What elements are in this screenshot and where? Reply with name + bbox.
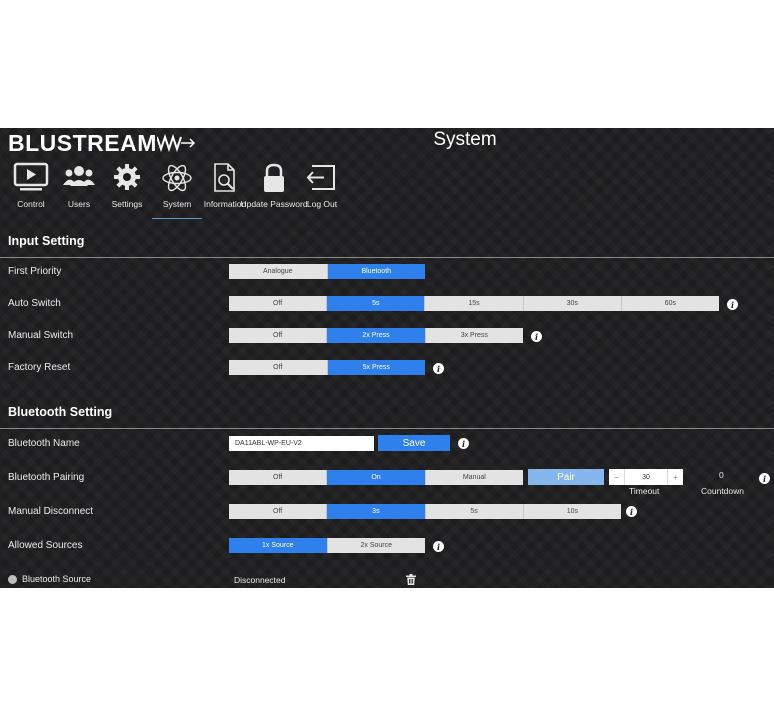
manual-switch-option-2x[interactable]: 2x Press bbox=[327, 328, 426, 343]
timeout-label: Timeout bbox=[629, 486, 660, 496]
factory-reset-info-icon[interactable]: i bbox=[433, 363, 444, 374]
nav-item-log-out[interactable]: Log Out bbox=[297, 160, 347, 222]
nav-item-update-password[interactable]: Update Password bbox=[240, 160, 308, 222]
allowed-sources-option-1x[interactable]: 1x Source bbox=[229, 538, 328, 553]
timeout-increment-button[interactable]: + bbox=[667, 469, 683, 485]
auto-switch-info-icon[interactable]: i bbox=[727, 299, 738, 310]
allowed-sources-option-2x[interactable]: 2x Source bbox=[327, 538, 425, 553]
nav-item-settings[interactable]: Settings bbox=[102, 160, 152, 222]
countdown-value: 0 bbox=[719, 470, 724, 480]
nav-label-log-out: Log Out bbox=[306, 199, 338, 209]
pairing-option-off[interactable]: Off bbox=[229, 470, 328, 485]
gear-icon bbox=[114, 164, 140, 190]
bluetooth-pairing-info-icon[interactable]: i bbox=[759, 473, 770, 484]
bluetooth-pairing-label: Bluetooth Pairing bbox=[8, 472, 85, 483]
bluetooth-name-label: Bluetooth Name bbox=[8, 438, 80, 449]
document-search-icon bbox=[214, 163, 235, 192]
auto-switch-option-30s[interactable]: 30s bbox=[523, 296, 622, 311]
timeout-stepper[interactable]: − 30 + bbox=[609, 469, 683, 485]
lock-icon bbox=[264, 163, 284, 192]
save-button[interactable]: Save bbox=[378, 435, 450, 451]
bluetooth-pairing-selector: Off On Manual bbox=[229, 470, 523, 485]
manual-disconnect-selector: Off 3s 5s 10s bbox=[229, 504, 621, 519]
app-window: BLUSTREAM System Control Users Settings … bbox=[0, 128, 774, 588]
bluetooth-source-radio[interactable] bbox=[8, 575, 17, 584]
factory-reset-selector: Off 5x Press bbox=[229, 360, 425, 375]
allowed-sources-selector: 1x Source 2x Source bbox=[229, 538, 425, 553]
bluetooth-setting-divider bbox=[0, 428, 774, 429]
pair-button[interactable]: Pair bbox=[528, 469, 604, 485]
auto-switch-selector: Off 5s 15s 30s 60s bbox=[229, 296, 720, 311]
factory-reset-label: Factory Reset bbox=[8, 362, 71, 373]
manual-disconnect-option-10s[interactable]: 10s bbox=[523, 504, 621, 519]
manual-disconnect-option-off[interactable]: Off bbox=[229, 504, 328, 519]
allowed-sources-label: Allowed Sources bbox=[8, 540, 83, 551]
factory-reset-option-off[interactable]: Off bbox=[229, 360, 328, 375]
first-priority-label: First Priority bbox=[8, 266, 62, 277]
bluetooth-name-info-icon[interactable]: i bbox=[458, 438, 469, 449]
manual-switch-option-off[interactable]: Off bbox=[229, 328, 328, 343]
first-priority-selector: Analogue Bluetooth bbox=[229, 264, 425, 279]
manual-switch-option-3x[interactable]: 3x Press bbox=[425, 328, 523, 343]
timeout-value[interactable]: 30 bbox=[625, 469, 667, 485]
allowed-sources-info-icon[interactable]: i bbox=[433, 541, 444, 552]
logout-icon bbox=[306, 165, 335, 190]
auto-switch-option-60s[interactable]: 60s bbox=[621, 296, 720, 311]
manual-switch-selector: Off 2x Press 3x Press bbox=[229, 328, 523, 343]
monitor-play-icon bbox=[13, 162, 49, 191]
auto-switch-label: Auto Switch bbox=[8, 298, 61, 309]
manual-disconnect-label: Manual Disconnect bbox=[8, 506, 94, 517]
countdown-label: Countdown bbox=[701, 486, 745, 496]
manual-disconnect-info-icon[interactable]: i bbox=[626, 506, 637, 517]
input-setting-divider bbox=[0, 257, 774, 258]
nav-item-information[interactable]: Information bbox=[200, 160, 250, 222]
auto-switch-option-off[interactable]: Off bbox=[229, 296, 328, 311]
manual-switch-label: Manual Switch bbox=[8, 330, 74, 341]
bluetooth-name-input[interactable] bbox=[229, 436, 374, 451]
first-priority-option-bluetooth[interactable]: Bluetooth bbox=[327, 264, 425, 279]
page-title: System bbox=[433, 129, 497, 150]
nav-item-control[interactable]: Control bbox=[6, 160, 56, 222]
auto-switch-option-15s[interactable]: 15s bbox=[425, 296, 524, 311]
auto-switch-option-5s[interactable]: 5s bbox=[327, 296, 426, 311]
atom-icon bbox=[162, 164, 192, 192]
manual-disconnect-option-3s[interactable]: 3s bbox=[327, 504, 426, 519]
manual-switch-info-icon[interactable]: i bbox=[531, 331, 542, 342]
bluetooth-source-status: Disconnected bbox=[234, 575, 286, 585]
factory-reset-option-5x[interactable]: 5x Press bbox=[327, 360, 425, 375]
input-setting-title: Input Setting bbox=[8, 234, 85, 248]
nav-item-system[interactable]: System bbox=[152, 160, 202, 222]
nav-item-users[interactable]: Users bbox=[54, 160, 104, 222]
bluetooth-setting-title: Bluetooth Setting bbox=[8, 405, 113, 419]
first-priority-option-analogue[interactable]: Analogue bbox=[229, 264, 328, 279]
bluetooth-source-label: Bluetooth Source bbox=[22, 574, 92, 584]
manual-disconnect-option-5s[interactable]: 5s bbox=[425, 504, 524, 519]
trash-icon[interactable] bbox=[406, 574, 416, 585]
pairing-option-manual[interactable]: Manual bbox=[425, 470, 523, 485]
active-tab-indicator bbox=[152, 218, 202, 219]
users-icon bbox=[63, 166, 95, 186]
timeout-decrement-button[interactable]: − bbox=[609, 469, 625, 485]
pairing-option-on[interactable]: On bbox=[327, 470, 426, 485]
